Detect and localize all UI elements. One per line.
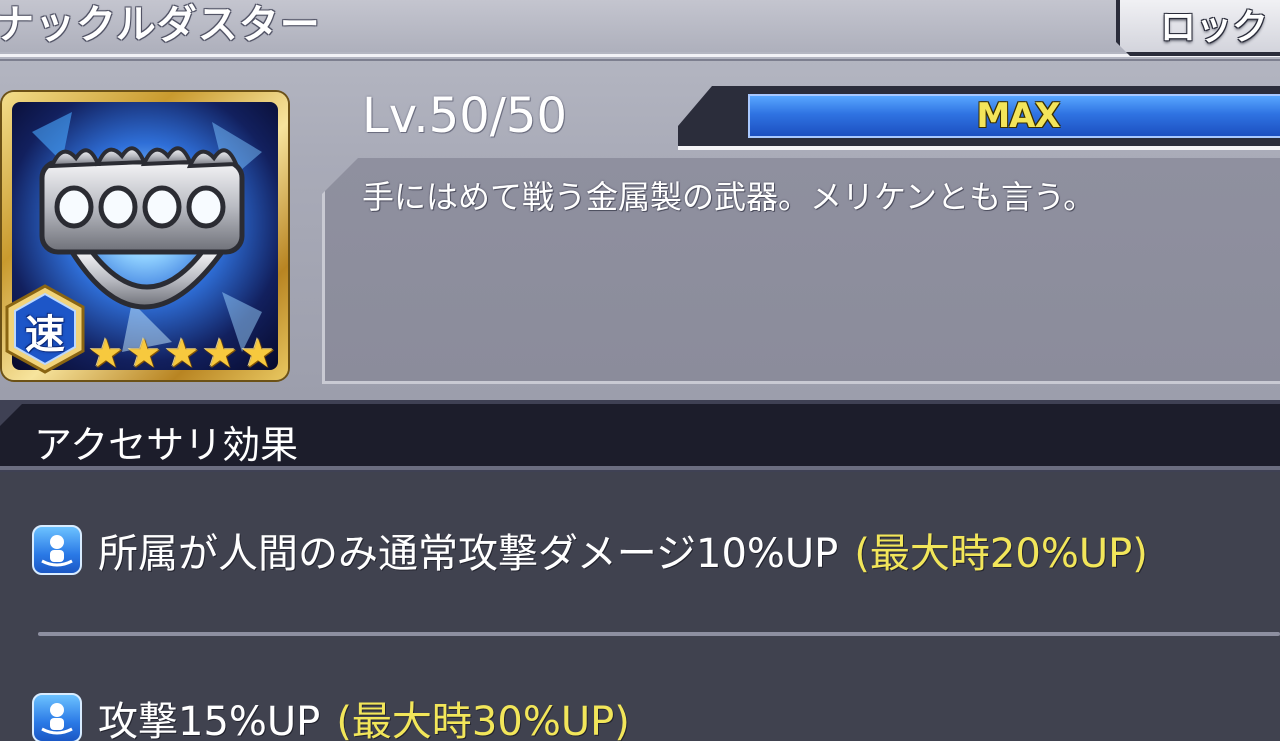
- speed-type-label: 速: [25, 312, 65, 358]
- rarity-stars: ★ ★ ★ ★ ★: [88, 334, 278, 378]
- star-icon: ★: [126, 331, 162, 377]
- star-icon: ★: [88, 331, 124, 377]
- lock-button[interactable]: ロック: [1116, 0, 1280, 56]
- star-icon: ★: [202, 331, 238, 377]
- title-divider-shadow: [0, 59, 1280, 61]
- level-bar-edge: [678, 146, 1280, 150]
- effect-text: 所属が人間のみ通常攻撃ダメージ10%UP: [98, 531, 839, 577]
- effects-section-title: アクセサリ効果: [34, 423, 299, 467]
- speed-type-badge: 速: [4, 284, 86, 374]
- effect-text: 攻撃15%UP: [98, 699, 321, 741]
- lock-button-label: ロック: [1160, 7, 1269, 48]
- effect-max-text: (最大時20%UP): [854, 531, 1148, 577]
- accessory-detail-screen: ナックルダスター ロック 速 ★ ★ ★ ★ ★ Lv.50/50 MAX 手に…: [0, 0, 1280, 741]
- max-label: MAX: [976, 96, 1060, 136]
- person-icon: [32, 693, 82, 741]
- person-icon: [32, 525, 82, 575]
- effect-item: 攻撃15%UP (最大時30%UP): [32, 690, 630, 741]
- star-icon: ★: [164, 331, 200, 377]
- star-icon: ★: [240, 331, 276, 377]
- effect-item: 所属が人間のみ通常攻撃ダメージ10%UP (最大時20%UP): [32, 522, 1148, 578]
- title-bar: ナックルダスター: [0, 0, 1280, 52]
- description-text: 手にはめて戦う金属製の武器。メリケンとも言う。: [362, 178, 1096, 216]
- effect-divider: [38, 632, 1280, 636]
- accessory-name: ナックルダスター: [0, 2, 321, 48]
- level-label: Lv.50/50: [362, 88, 568, 144]
- title-divider: [0, 54, 1280, 57]
- effect-max-text: (最大時30%UP): [336, 699, 630, 741]
